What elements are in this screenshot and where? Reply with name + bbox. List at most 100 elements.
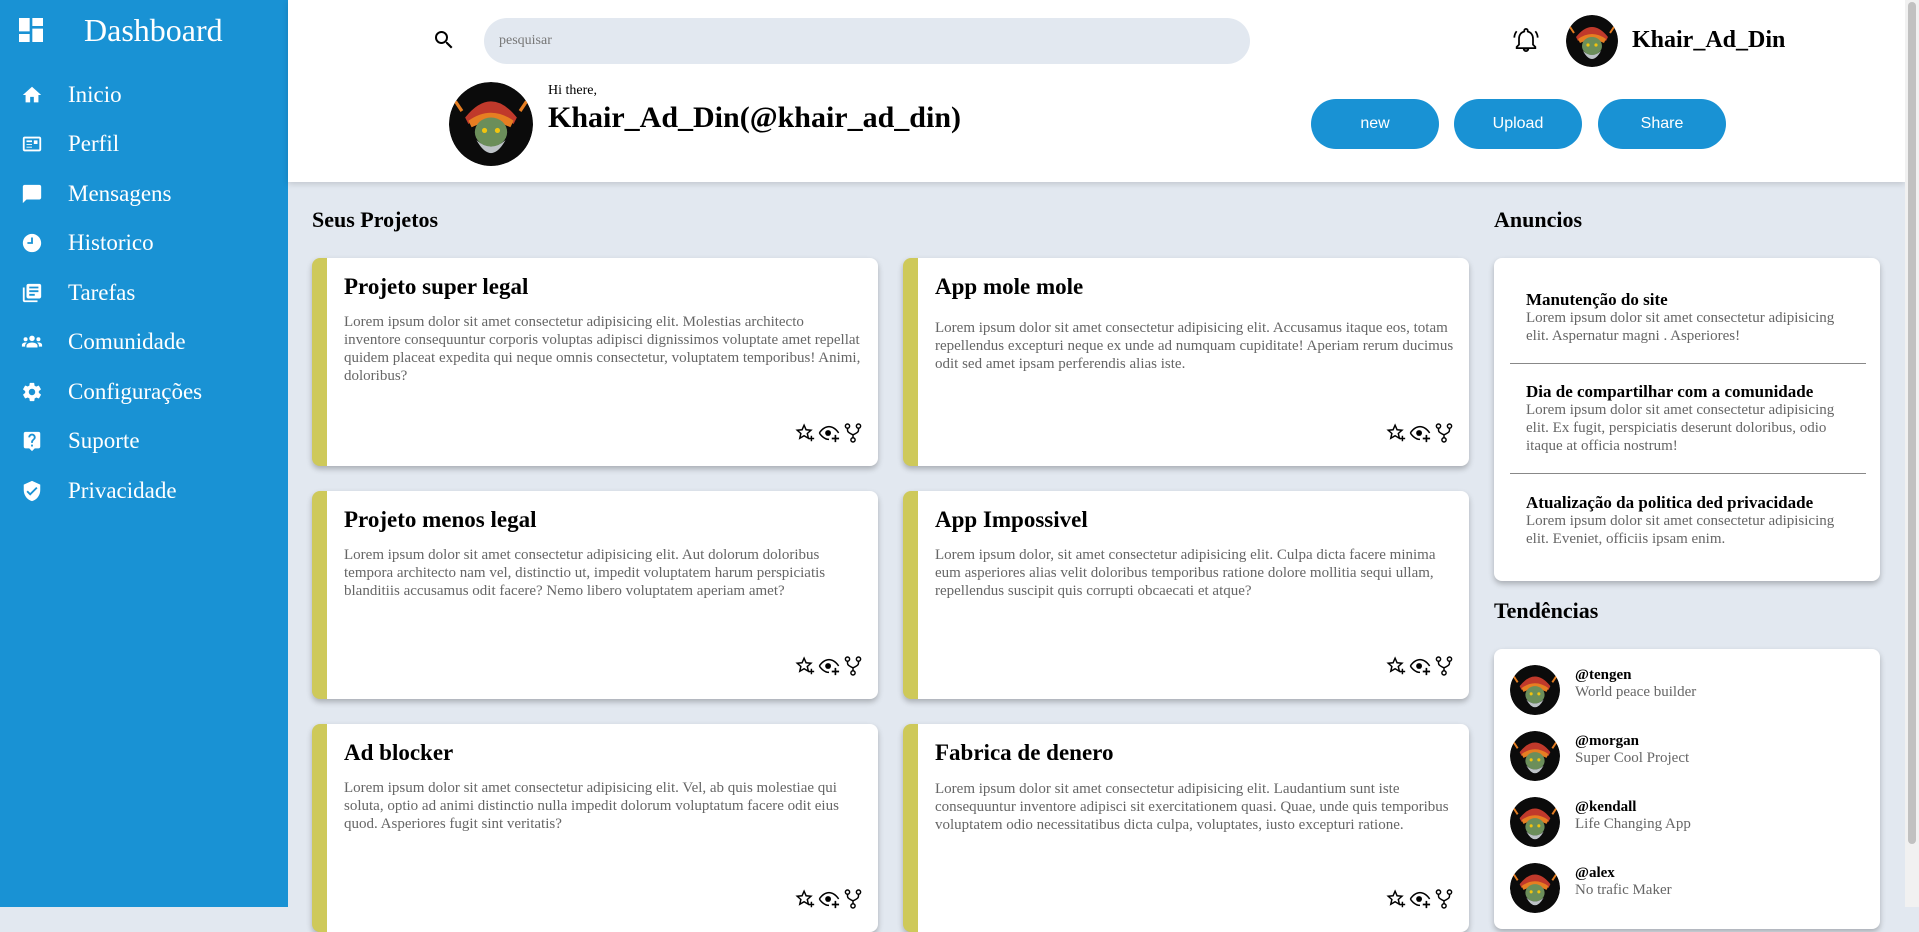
trending-item[interactable]: @morgan Super Cool Project — [1510, 731, 1689, 781]
sidebar-nav: Inicio Perfil Mensagens Historico Tarefa… — [0, 70, 288, 516]
trending-item[interactable]: @tengen World peace builder — [1510, 665, 1696, 715]
announcement-text: Lorem ipsum dolor sit amet consectetur a… — [1526, 310, 1835, 344]
fork-icon[interactable] — [842, 422, 864, 444]
star-add-icon[interactable] — [794, 422, 816, 444]
star-add-icon[interactable] — [1385, 655, 1407, 677]
brand[interactable]: Dashboard — [15, 14, 223, 46]
trending-description: Super Cool Project — [1575, 750, 1690, 766]
trending-handle: @alex — [1575, 865, 1615, 881]
announcement-item[interactable]: Atualização da politica ded privacidade … — [1526, 493, 1856, 548]
sidebar-item-configuracoes[interactable]: Configurações — [0, 367, 288, 417]
sidebar-item-historico[interactable]: Historico — [0, 219, 288, 269]
fork-icon[interactable] — [1433, 655, 1455, 677]
project-description: Lorem ipsum dolor sit amet consectetur a… — [935, 320, 1454, 372]
shield-icon — [20, 479, 44, 503]
sidebar-item-label: Configurações — [68, 378, 203, 404]
announcement-title: Atualização da politica ded privacidade — [1526, 493, 1814, 512]
header: Khair_Ad_Din Hi there, Khair_Ad_Din(@kha… — [288, 0, 1905, 182]
announcement-text: Lorem ipsum dolor sit amet consectetur a… — [1526, 402, 1835, 454]
project-card[interactable]: Projeto super legal Lorem ipsum dolor si… — [312, 258, 878, 466]
project-card[interactable]: Ad blocker Lorem ipsum dolor sit amet co… — [312, 724, 878, 932]
watch-add-icon[interactable] — [1409, 655, 1431, 677]
divider — [1510, 363, 1866, 364]
home-icon — [20, 83, 44, 107]
star-add-icon[interactable] — [1385, 422, 1407, 444]
upload-button[interactable]: Upload — [1454, 99, 1582, 149]
avatar — [1510, 731, 1560, 781]
trending-description: No trafic Maker — [1575, 882, 1672, 898]
trending-handle: @tengen — [1575, 667, 1632, 683]
project-title: App Impossivel — [935, 507, 1088, 532]
project-title: Fabrica de denero — [935, 740, 1114, 765]
fork-icon[interactable] — [842, 655, 864, 677]
project-description: Lorem ipsum dolor sit amet consectetur a… — [344, 780, 839, 832]
sidebar-item-comunidade[interactable]: Comunidade — [0, 318, 288, 368]
header-username[interactable]: Khair_Ad_Din — [1632, 27, 1785, 54]
trending-description: Life Changing App — [1575, 816, 1691, 832]
tasks-icon — [20, 281, 44, 305]
project-title: App mole mole — [935, 274, 1084, 299]
greeting: Hi there, — [548, 83, 597, 98]
trending-item[interactable]: @alex No trafic Maker — [1510, 863, 1672, 913]
fork-icon[interactable] — [1433, 422, 1455, 444]
announcements-title: Anuncios — [1494, 207, 1583, 232]
watch-add-icon[interactable] — [818, 655, 840, 677]
projects-title: Seus Projetos — [312, 207, 439, 232]
sidebar-item-suporte[interactable]: Suporte — [0, 417, 288, 467]
share-button[interactable]: Share — [1598, 99, 1726, 149]
project-card[interactable]: App mole mole Lorem ipsum dolor sit amet… — [903, 258, 1469, 466]
dashboard-icon — [19, 18, 43, 42]
project-card[interactable]: App Impossivel Lorem ipsum dolor, sit am… — [903, 491, 1469, 699]
announcement-text: Lorem ipsum dolor sit amet consectetur a… — [1526, 513, 1835, 547]
project-actions — [794, 422, 864, 444]
avatar — [1510, 797, 1560, 847]
project-description: Lorem ipsum dolor sit amet consectetur a… — [935, 781, 1449, 833]
project-card[interactable]: Fabrica de denero Lorem ipsum dolor sit … — [903, 724, 1469, 932]
watch-add-icon[interactable] — [1409, 422, 1431, 444]
project-title: Projeto menos legal — [344, 507, 537, 532]
profile-avatar — [449, 82, 533, 166]
profile-handle: Khair_Ad_Din(@khair_ad_din) — [548, 101, 961, 134]
sidebar-item-privacidade[interactable]: Privacidade — [0, 466, 288, 516]
announcement-item[interactable]: Manutenção do site Lorem ipsum dolor sit… — [1526, 290, 1856, 345]
search-input[interactable] — [484, 18, 1250, 64]
gear-icon — [20, 380, 44, 404]
sidebar-item-mensagens[interactable]: Mensagens — [0, 169, 288, 219]
sidebar-item-label: Suporte — [68, 428, 140, 454]
avatar — [1510, 665, 1560, 715]
announcements-panel: Manutenção do site Lorem ipsum dolor sit… — [1494, 258, 1880, 581]
announcement-item[interactable]: Dia de compartilhar com a comunidade Lor… — [1526, 382, 1856, 455]
clock-icon — [20, 231, 44, 255]
sidebar-item-inicio[interactable]: Inicio — [0, 70, 288, 120]
project-title: Ad blocker — [344, 740, 454, 765]
sidebar: Dashboard Inicio Perfil Mensagens Histor… — [0, 0, 288, 907]
sidebar-item-perfil[interactable]: Perfil — [0, 120, 288, 170]
scrollbar-thumb[interactable] — [1908, 2, 1916, 844]
sidebar-item-label: Privacidade — [68, 477, 177, 503]
search-icon[interactable] — [432, 28, 456, 52]
trending-handle: @morgan — [1575, 733, 1639, 749]
announcement-title: Dia de compartilhar com a comunidade — [1526, 382, 1814, 401]
project-description: Lorem ipsum dolor sit amet consectetur a… — [344, 314, 861, 384]
trending-item[interactable]: @kendall Life Changing App — [1510, 797, 1691, 847]
page-scrollbar[interactable] — [1905, 0, 1919, 907]
profile-card-icon — [20, 132, 44, 156]
new-button[interactable]: new — [1311, 99, 1439, 149]
trending-description: World peace builder — [1575, 684, 1697, 700]
project-actions — [1385, 422, 1455, 444]
sidebar-item-label: Historico — [68, 230, 154, 256]
sidebar-item-label: Mensagens — [68, 180, 172, 206]
project-actions — [794, 655, 864, 677]
avatar[interactable] — [1566, 15, 1618, 67]
bell-icon[interactable] — [1512, 26, 1540, 54]
sidebar-item-tarefas[interactable]: Tarefas — [0, 268, 288, 318]
project-card[interactable]: Projeto menos legal Lorem ipsum dolor si… — [312, 491, 878, 699]
watch-add-icon[interactable] — [818, 422, 840, 444]
trending-title: Tendências — [1494, 598, 1599, 623]
trending-handle: @kendall — [1575, 799, 1637, 815]
help-icon — [20, 429, 44, 453]
star-add-icon[interactable] — [794, 655, 816, 677]
brand-title: Dashboard — [84, 12, 223, 48]
project-description: Lorem ipsum dolor, sit amet consectetur … — [935, 547, 1436, 599]
divider — [1510, 473, 1866, 474]
